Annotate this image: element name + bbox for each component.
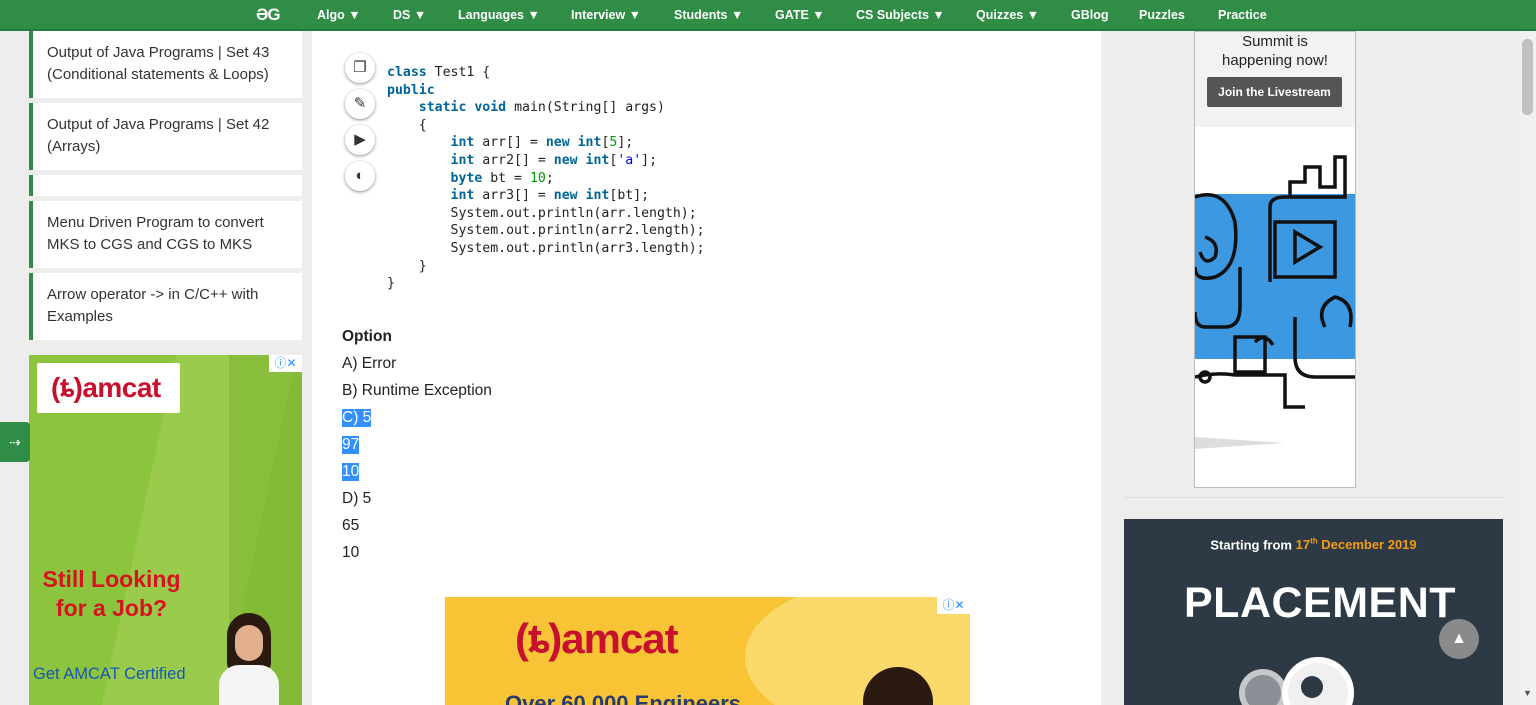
run-icon[interactable]: ▶	[345, 125, 375, 155]
scrollbar-thumb[interactable]	[1522, 39, 1533, 115]
placement-ad[interactable]: Starting from 17th December 2019 PLACEME…	[1124, 519, 1503, 705]
option-d: D) 5	[342, 490, 372, 507]
ad-choices-icon[interactable]: ⓘ✕	[937, 597, 970, 614]
sidebar-item-label: Menu Driven Program to convert	[47, 214, 264, 231]
nav-item-algo[interactable]: Algo ▼	[317, 8, 361, 22]
option-a: A) Error	[342, 355, 397, 372]
gear-icon	[1239, 669, 1287, 705]
nav-item-interview[interactable]: Interview ▼	[571, 8, 641, 22]
right-sidebar: Summit is happening now! Join the Livest…	[1101, 31, 1536, 705]
sidebar-item-label: (Arrays)	[47, 138, 101, 155]
nav-item-languages[interactable]: Languages ▼	[458, 8, 540, 22]
join-livestream-button[interactable]: Join the Livestream	[1207, 77, 1342, 107]
scroll-down-icon[interactable]: ▼	[1523, 688, 1532, 698]
option-c-line3: 10	[342, 463, 360, 481]
options-heading: Option	[342, 328, 392, 345]
ad-headline: Still Looking for a Job?	[42, 566, 181, 621]
ad-subtext: Over 60,000 Engineers	[505, 691, 742, 705]
amcat-ad-left[interactable]: (ȶ)amcat ⓘ✕ Still Looking for a Job? Get…	[29, 355, 302, 705]
site-logo[interactable]: ƏG	[256, 5, 281, 25]
expand-sidebar-tab[interactable]: ⇢	[0, 422, 30, 462]
nav-item-cs-subjects[interactable]: CS Subjects ▼	[856, 8, 945, 22]
sidebar-item-label: (Conditional statements & Loops)	[47, 66, 269, 83]
scroll-to-top-button[interactable]: ▲	[1439, 619, 1479, 659]
option-b: B) Runtime Exception	[342, 382, 492, 399]
option-d-line3: 10	[342, 544, 360, 561]
ad-person-image	[219, 613, 279, 705]
amcat-ad-bottom[interactable]: (ȶ)amcat Over 60,000 Engineers ⓘ✕	[445, 597, 970, 705]
ad-summit-line2: happening now!	[1222, 52, 1328, 69]
sidebar-item-label: MKS to CGS and CGS to MKS	[47, 236, 253, 253]
edit-icon[interactable]: ✎	[345, 89, 375, 119]
ad-title: PLACEMENT	[1184, 579, 1457, 627]
top-nav: ƏG Algo ▼ DS ▼ Languages ▼ Interview ▼ S…	[0, 0, 1536, 31]
nav-item-quizzes[interactable]: Quizzes ▼	[976, 8, 1039, 22]
sidebar-item-label: Output of Java Programs | Set 43	[47, 44, 270, 61]
summit-ad[interactable]: Summit is happening now! Join the Livest…	[1194, 31, 1356, 488]
nav-item-ds[interactable]: DS ▼	[393, 8, 426, 22]
sidebar-item-label: Output of Java Programs | Set 42	[47, 116, 270, 133]
option-c: C) 5	[342, 409, 372, 427]
sidebar-item-mks-cgs[interactable]: Menu Driven Program to convert MKS to CG…	[29, 201, 302, 268]
sidebar-item-label: Examples	[47, 308, 113, 325]
sidebar-item-arrow-operator[interactable]: Arrow operator -> in C/C++ with Examples	[29, 273, 302, 340]
nav-item-gate[interactable]: GATE ▼	[775, 8, 825, 22]
sidebar-item-empty[interactable]	[29, 175, 302, 196]
sidebar-item-label: Arrow operator -> in C/C++ with	[47, 286, 259, 303]
article-content: ❐ ✎ ▶ ◐ class Test1 { public static void…	[312, 31, 1101, 705]
summit-illustration	[1195, 155, 1355, 449]
copy-icon[interactable]: ❐	[345, 53, 375, 83]
amcat-logo: (ȶ)amcat	[515, 615, 679, 662]
nav-item-puzzles[interactable]: Puzzles	[1139, 8, 1185, 22]
theme-icon[interactable]: ◐	[345, 161, 375, 191]
ad-cert-text: Get AMCAT Certified	[33, 665, 186, 683]
option-c-line2: 97	[342, 436, 360, 454]
nav-item-students[interactable]: Students ▼	[674, 8, 743, 22]
amcat-logo: (ȶ)amcat	[37, 363, 180, 413]
ad-summit-line1: Summit is	[1242, 33, 1308, 50]
ad-choices-icon[interactable]: ⓘ✕	[269, 355, 302, 372]
sidebar-item-java-set-43[interactable]: Output of Java Programs | Set 43 (Condit…	[29, 31, 302, 98]
sidebar-item-java-set-42[interactable]: Output of Java Programs | Set 42 (Arrays…	[29, 103, 302, 170]
code-block[interactable]: class Test1 { public static void main(St…	[387, 64, 705, 293]
page-scrollbar[interactable]: ▼	[1519, 31, 1536, 705]
nav-item-gblog[interactable]: GBlog	[1071, 8, 1109, 22]
option-d-line2: 65	[342, 517, 360, 534]
ad-date-text: Starting from 17th December 2019	[1210, 537, 1417, 553]
nav-item-practice[interactable]: Practice	[1218, 8, 1267, 22]
